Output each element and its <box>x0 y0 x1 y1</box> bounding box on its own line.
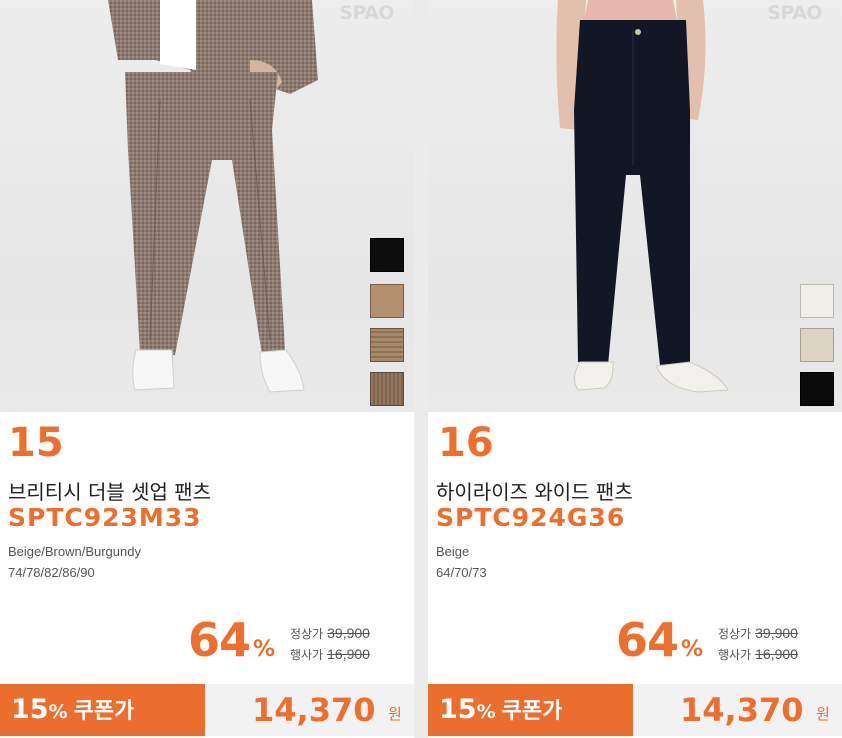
product-photo[interactable]: SPAO <box>0 0 414 412</box>
sale-price-label: 행사가 <box>290 648 324 662</box>
brand-logo: SPAO <box>339 2 394 24</box>
regular-price: 39,900 <box>327 625 370 641</box>
coupon-percent: 15 <box>11 694 49 725</box>
coupon-tag: 15% 쿠폰가 <box>0 684 205 736</box>
regular-price-label: 정상가 <box>718 627 752 641</box>
color-swatch-2[interactable] <box>800 328 834 362</box>
coupon-percent-sign: % <box>48 701 68 723</box>
discount-value: 64 <box>616 613 679 667</box>
model-photo-illustration <box>556 0 729 393</box>
product-name[interactable]: 하이라이즈 와이드 팬츠 <box>436 476 633 505</box>
product-rank: 15 <box>8 420 64 466</box>
sale-price-row: 행사가 16,900 <box>718 646 798 663</box>
product-colors: Beige <box>436 544 470 559</box>
product-card[interactable]: SPAO 16 하이라이즈 와이드 팬츠 SPTC924G36 Beige 64… <box>428 0 842 738</box>
coupon-price: 14,370 <box>680 691 804 729</box>
product-code: SPTC924G36 <box>436 503 626 532</box>
product-name[interactable]: 브리티시 더블 셋업 팬츠 <box>8 476 211 505</box>
discount-rate: 64% <box>188 614 275 676</box>
coupon-bar[interactable]: 15% 쿠폰가 14,370 원 <box>0 684 414 736</box>
sale-price-row: 행사가 16,900 <box>290 646 370 663</box>
color-swatch-4[interactable] <box>370 372 404 406</box>
coupon-price: 14,370 <box>252 691 376 729</box>
coupon-percent-sign: % <box>476 701 496 723</box>
color-swatch-3[interactable] <box>800 372 834 406</box>
product-code: SPTC923M33 <box>8 503 202 532</box>
color-swatch-1[interactable] <box>370 238 404 272</box>
product-colors: Beige/Brown/Burgundy <box>8 544 141 559</box>
discount-unit: % <box>681 637 704 662</box>
color-swatch-2[interactable] <box>370 284 404 318</box>
sale-price-label: 행사가 <box>718 648 752 662</box>
regular-price-row: 정상가 39,900 <box>290 625 370 642</box>
currency-unit: 원 <box>816 705 830 723</box>
coupon-label: 쿠폰가 <box>73 699 135 724</box>
product-rank: 16 <box>438 420 494 466</box>
currency-unit: 원 <box>388 705 402 723</box>
product-sizes: 64/70/73 <box>436 565 487 580</box>
product-card[interactable]: SPAO 15 브리티시 더블 셋업 팬츠 SPTC923M33 Beige/B… <box>0 0 414 738</box>
sale-price: 16,900 <box>327 646 370 662</box>
model-photo-illustration <box>108 0 318 393</box>
coupon-percent: 15 <box>439 694 477 725</box>
discount-rate: 64% <box>616 614 703 676</box>
sale-price: 16,900 <box>755 646 798 662</box>
regular-price-row: 정상가 39,900 <box>718 625 798 642</box>
brand-logo: SPAO <box>767 2 822 24</box>
coupon-label: 쿠폰가 <box>501 699 563 724</box>
discount-value: 64 <box>188 613 251 667</box>
coupon-bar[interactable]: 15% 쿠폰가 14,370 원 <box>428 684 842 736</box>
coupon-tag: 15% 쿠폰가 <box>428 684 633 736</box>
discount-unit: % <box>253 637 276 662</box>
regular-price: 39,900 <box>755 625 798 641</box>
regular-price-label: 정상가 <box>290 627 324 641</box>
color-swatch-3[interactable] <box>370 328 404 362</box>
product-sizes: 74/78/82/86/90 <box>8 565 95 580</box>
product-photo[interactable]: SPAO <box>428 0 842 412</box>
color-swatch-1[interactable] <box>800 284 834 318</box>
